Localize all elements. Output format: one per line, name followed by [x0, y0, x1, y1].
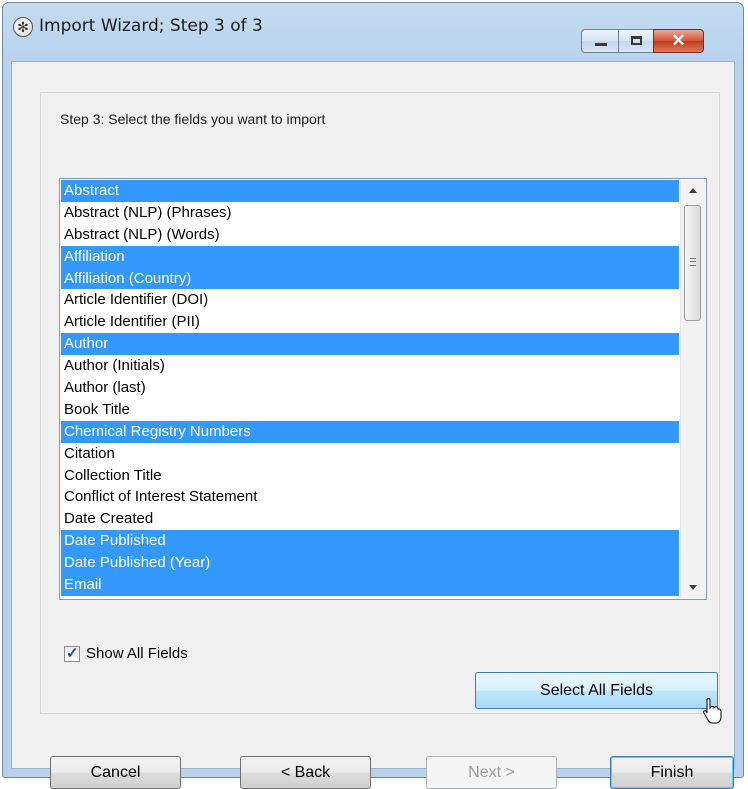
- field-list-item[interactable]: Date Published: [61, 530, 679, 553]
- cancel-button[interactable]: Cancel: [50, 756, 181, 789]
- scroll-down-arrow-icon[interactable]: [689, 585, 697, 590]
- title-bar[interactable]: ✻ Import Wizard; Step 3 of 3 ✕: [3, 3, 743, 61]
- scroll-up-arrow-icon[interactable]: [689, 188, 697, 193]
- field-list-item[interactable]: Email: [61, 574, 679, 596]
- show-all-fields-label[interactable]: Show All Fields: [86, 645, 188, 662]
- minimize-button[interactable]: [581, 29, 619, 53]
- scroll-thumb[interactable]: [684, 205, 701, 321]
- field-list-item[interactable]: Author: [61, 333, 679, 356]
- field-list-item[interactable]: Citation: [61, 443, 679, 465]
- field-list-item[interactable]: Collection Title: [61, 465, 679, 487]
- back-button[interactable]: < Back: [240, 756, 371, 789]
- finish-button[interactable]: Finish: [610, 756, 734, 789]
- close-button[interactable]: ✕: [653, 29, 704, 53]
- field-list-item[interactable]: Chemical Registry Numbers: [61, 420, 679, 443]
- field-list-item[interactable]: Abstract (NLP) (Words): [61, 224, 679, 246]
- field-list-item[interactable]: Article Identifier (PII): [61, 311, 679, 333]
- maximize-button[interactable]: [618, 29, 654, 53]
- mouse-pointer-icon: [703, 698, 722, 724]
- field-list-item[interactable]: Conflict of Interest Statement: [61, 486, 679, 508]
- field-list-item[interactable]: Affiliation (Country): [61, 267, 679, 290]
- show-all-fields-checkbox[interactable]: ✓: [64, 645, 80, 662]
- field-list-item[interactable]: Date Published (Year): [61, 552, 679, 575]
- minimize-icon: [595, 43, 607, 46]
- checkmark-icon: ✓: [66, 645, 79, 662]
- fields-list: Abstract Abstract (NLP) (Phrases) Abstract…: [61, 180, 679, 596]
- next-button: Next >: [426, 756, 557, 789]
- step-instruction: Step 3: Select the fields you want to im…: [60, 111, 326, 127]
- field-list-item[interactable]: Article Identifier (DOI): [61, 289, 679, 311]
- close-icon: ✕: [671, 31, 686, 50]
- field-list-item[interactable]: Abstract (NLP) (Phrases): [61, 202, 679, 224]
- select-all-fields-button[interactable]: Select All Fields: [475, 672, 718, 709]
- field-list-item[interactable]: Author (Initials): [61, 355, 679, 377]
- fields-listbox[interactable]: Abstract Abstract (NLP) (Phrases) Abstract…: [59, 178, 707, 600]
- gear-app-icon: ✻: [13, 17, 33, 37]
- maximize-icon: [631, 36, 642, 45]
- fields-scrollbar[interactable]: [680, 180, 705, 598]
- field-list-item[interactable]: Book Title: [61, 399, 679, 421]
- field-list-item[interactable]: Affiliation: [61, 245, 679, 268]
- field-list-item[interactable]: Date Created: [61, 508, 679, 530]
- import-wizard-window: ✻ Import Wizard; Step 3 of 3 ✕ Step 3: S…: [2, 2, 744, 789]
- window-title: Import Wizard; Step 3 of 3: [39, 16, 263, 36]
- dialog-body: Step 3: Select the fields you want to im…: [11, 61, 735, 789]
- grip-icon: [690, 258, 696, 266]
- field-list-item[interactable]: Abstract: [61, 180, 679, 202]
- field-list-item[interactable]: Author (last): [61, 377, 679, 399]
